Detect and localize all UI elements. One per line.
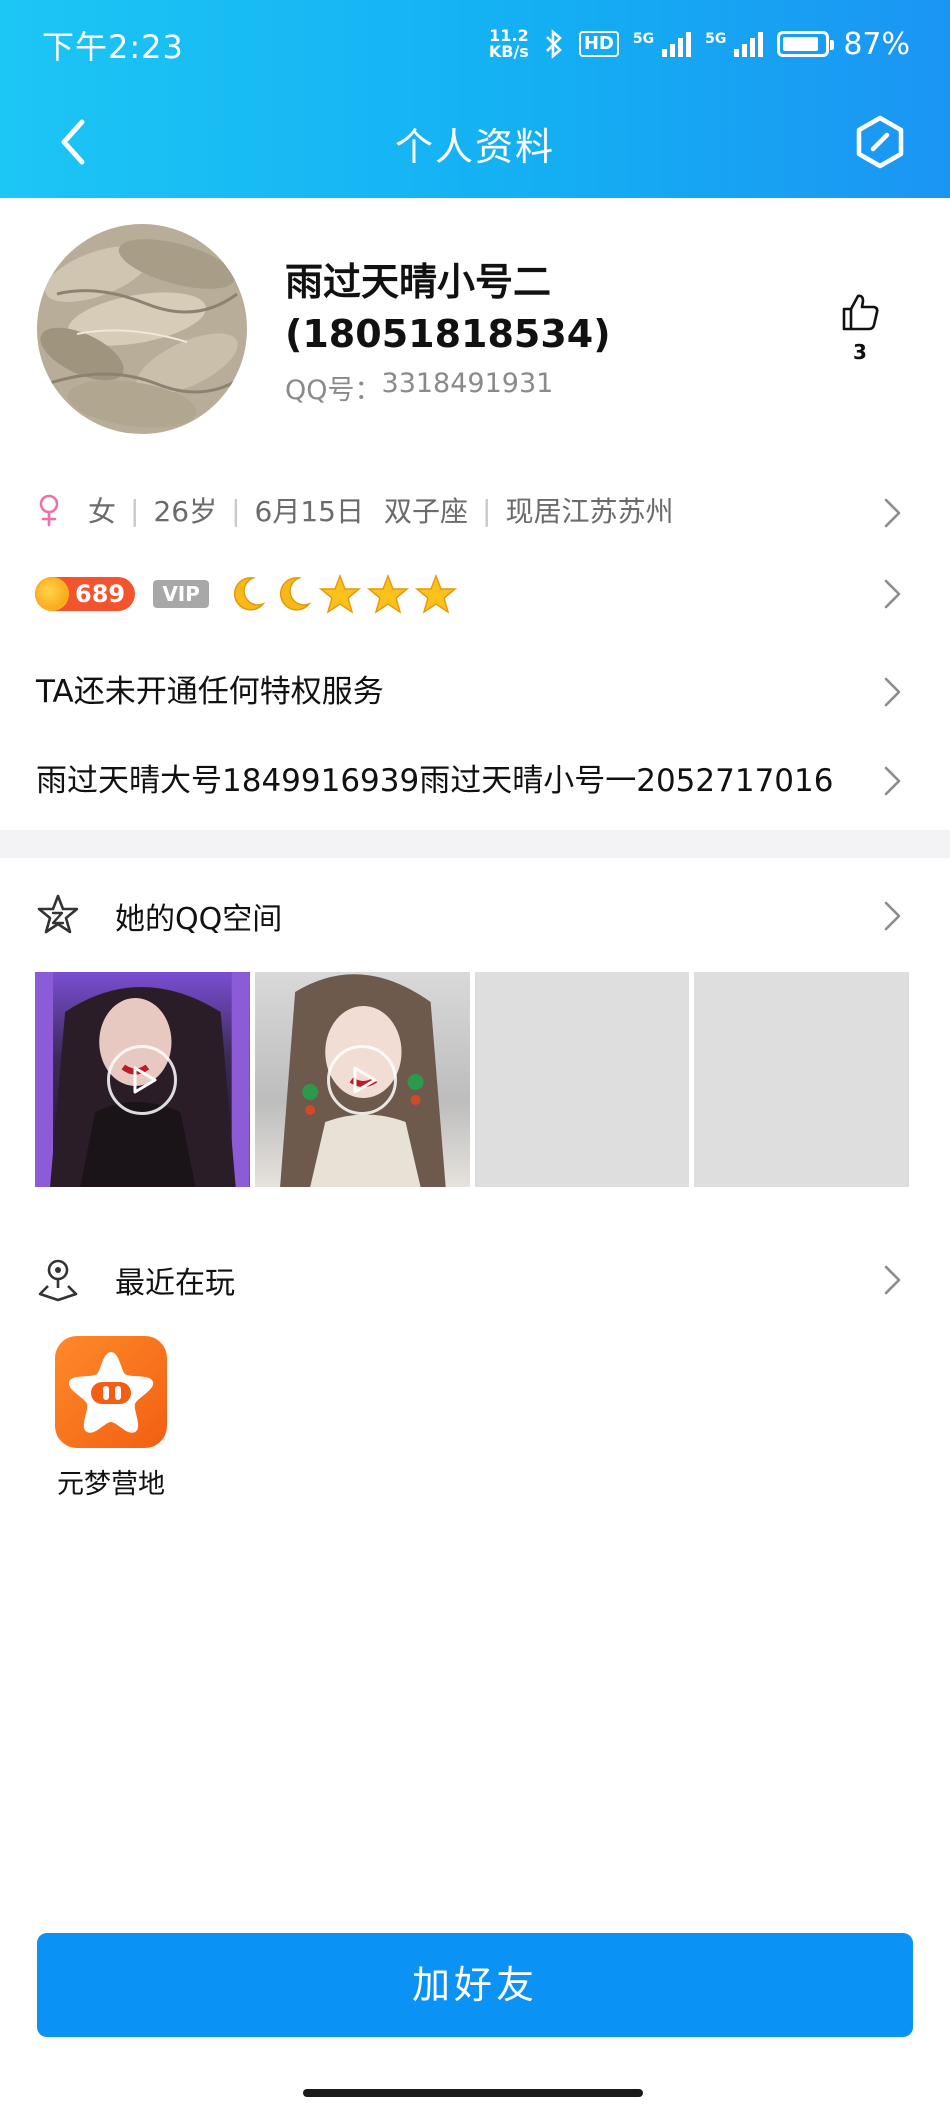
qzone-photo-strip [35, 972, 909, 1187]
header: 下午2:23 11.2 KB/s HD 5G 5G 87% 个人资料 [0, 0, 950, 198]
qq-number: QQ号： 3318491931 [285, 368, 554, 406]
battery-percent: 87% [843, 26, 910, 62]
location: 现居江苏苏州 [505, 495, 674, 528]
qzone-video-thumbnail[interactable] [35, 972, 250, 1187]
qzone-video-thumbnail[interactable] [254, 972, 470, 1187]
profile-name: 雨过天晴小号二 (18051818534) [285, 260, 611, 356]
sun-coin-icon [35, 577, 69, 611]
chevron-right-icon [884, 1265, 901, 1295]
recent-title: 最近在玩 [115, 1266, 235, 1301]
like-button[interactable]: 3 [830, 290, 890, 364]
battery-level [783, 37, 819, 51]
thumbs-up-icon [842, 294, 879, 331]
section-divider [0, 830, 950, 858]
star-icon [319, 574, 362, 614]
game-label: 元梦营地 [57, 1469, 165, 1500]
status-time: 下午2:23 [42, 28, 184, 66]
level-badge: 689 [35, 577, 136, 611]
moon-icon [280, 577, 312, 611]
vip-badge: VIP [153, 580, 210, 608]
hexagon-edit-icon[interactable] [850, 112, 910, 172]
page-title: 个人资料 [394, 125, 555, 169]
star-icon [415, 574, 458, 614]
avatar[interactable] [37, 224, 247, 434]
chevron-right-icon [884, 766, 901, 796]
moon-icon [234, 577, 266, 611]
qzone-photo-placeholder [474, 972, 690, 1187]
status-bar: 下午2:23 11.2 KB/s HD 5G 5G 87% [0, 0, 950, 86]
status-icons: 11.2 KB/s HD 5G 5G 87% [489, 22, 910, 66]
female-icon [39, 494, 59, 527]
game-star-icon [55, 1336, 167, 1448]
signature-row[interactable]: 雨过天晴大号1849916939雨过天晴小号一2052717016 [0, 755, 950, 807]
like-count: 3 [853, 340, 867, 364]
zodiac: 双子座 [383, 495, 468, 528]
recent-header[interactable]: 最近在玩 [0, 1250, 950, 1310]
home-indicator[interactable] [303, 2089, 643, 2097]
qzone-title: 她的QQ空间 [115, 902, 283, 937]
play-icon [327, 1044, 398, 1115]
location-pin-icon [38, 1259, 78, 1302]
game-item[interactable]: 元梦营地 [36, 1336, 186, 1501]
badge-row[interactable]: 689 VIP [0, 566, 950, 622]
network-speed: 11.2 KB/s [488, 26, 529, 61]
privilege-text: TA还未开通任何特权服务 [36, 674, 384, 710]
hd-voice-badge: HD [578, 31, 619, 57]
chevron-right-icon [884, 901, 901, 931]
rank-icons [227, 574, 458, 614]
privilege-row[interactable]: TA还未开通任何特权服务 [0, 666, 950, 718]
divider: | [482, 493, 492, 527]
bluetooth-icon [545, 29, 562, 59]
star-icon [367, 574, 410, 614]
basic-info-row[interactable]: 女 | 26岁 | 6月15日 双子座 | 现居江苏苏州 [0, 480, 950, 540]
qzone-star-icon [37, 894, 79, 934]
chevron-right-icon [884, 677, 901, 707]
signal-strength-2: 5G [705, 31, 764, 57]
gender: 女 [88, 495, 117, 528]
chevron-right-icon [884, 498, 901, 528]
chevron-right-icon [884, 579, 901, 609]
age: 26岁 [153, 495, 218, 528]
play-icon [107, 1044, 178, 1115]
divider: | [130, 493, 140, 527]
nav-bar: 个人资料 [0, 86, 950, 198]
divider: | [231, 493, 241, 527]
qzone-photo-placeholder [694, 972, 909, 1187]
battery-icon [777, 31, 835, 57]
qzone-header[interactable]: 她的QQ空间 [0, 886, 950, 946]
signature-text: 雨过天晴大号1849916939雨过天晴小号一2052717016 [36, 763, 834, 799]
signal-strength-1: 5G [633, 31, 692, 57]
add-friend-button[interactable]: 加好友 [37, 1933, 913, 2037]
birthday: 6月15日 [254, 495, 364, 528]
